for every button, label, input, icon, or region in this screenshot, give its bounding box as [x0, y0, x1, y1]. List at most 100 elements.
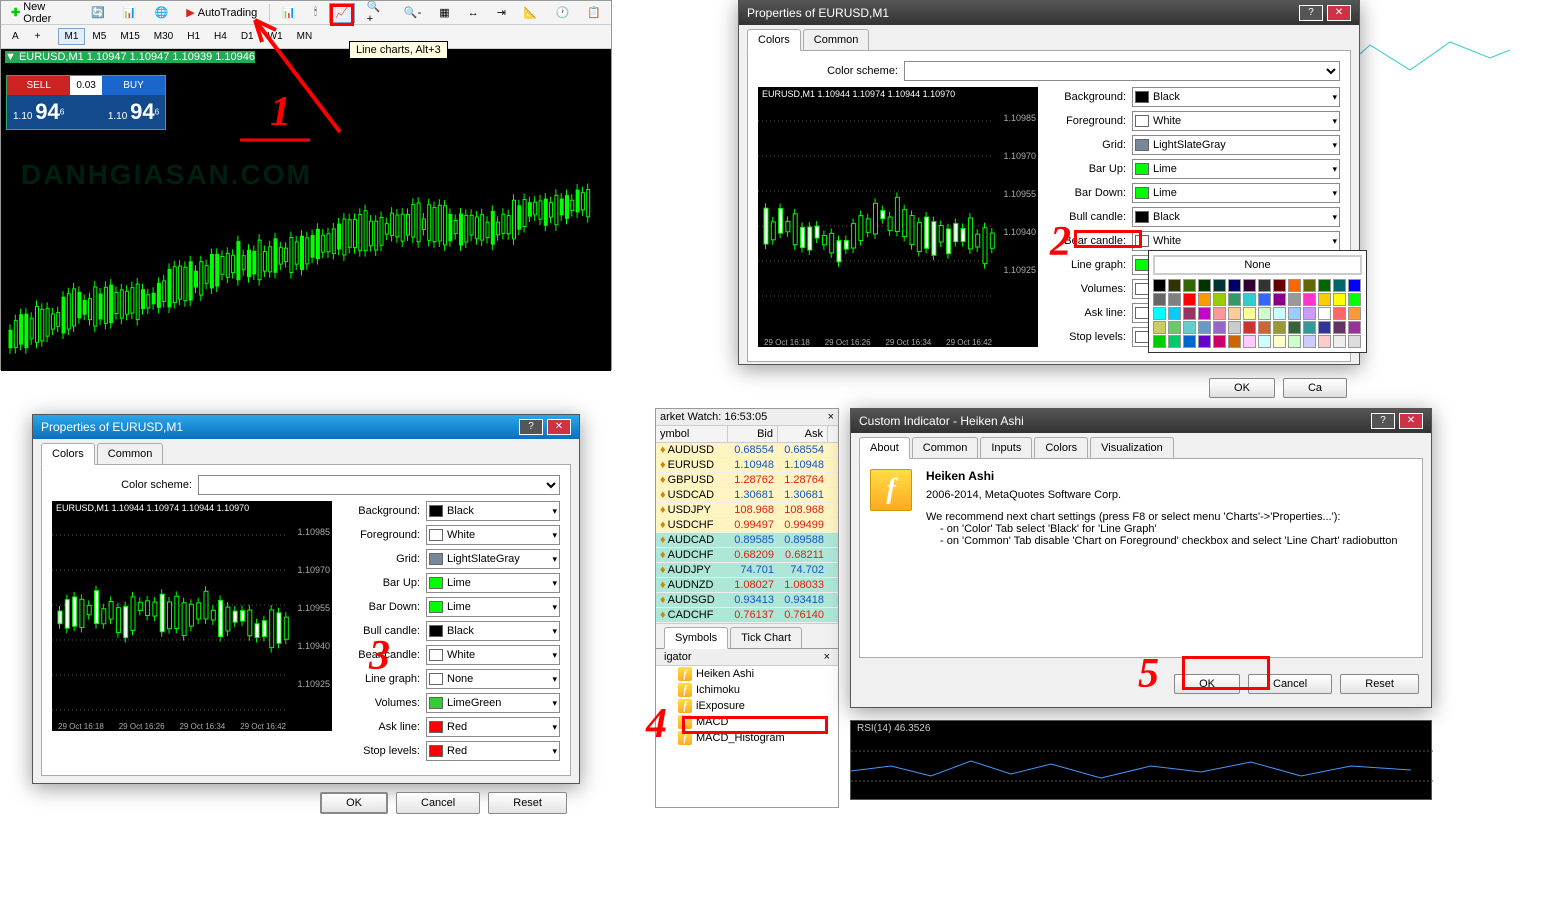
color-select-linegraph[interactable]: None▾	[426, 669, 560, 689]
mw-row-audnzd[interactable]: ♦AUDNZD 1.08027 1.08033	[656, 578, 838, 593]
color-swatch[interactable]	[1348, 307, 1361, 320]
timeframe-d1[interactable]: D1	[234, 28, 261, 45]
color-swatch[interactable]	[1198, 293, 1211, 306]
color-swatch[interactable]	[1168, 293, 1181, 306]
tab-inputs[interactable]: Inputs	[980, 437, 1032, 458]
color-swatch[interactable]	[1153, 307, 1166, 320]
color-swatch[interactable]	[1258, 321, 1271, 334]
color-select-stoplevels[interactable]: Red▾	[426, 741, 560, 761]
mw-row-audusd[interactable]: ♦AUDUSD 0.68554 0.68554	[656, 443, 838, 458]
color-swatch[interactable]	[1183, 321, 1196, 334]
color-swatch[interactable]	[1153, 279, 1166, 292]
color-select-bearcandle[interactable]: White▾	[426, 645, 560, 665]
timeframe-m15[interactable]: M15	[113, 28, 146, 45]
color-swatch[interactable]	[1228, 293, 1241, 306]
timeframe-h1[interactable]: H1	[180, 28, 207, 45]
help-button[interactable]: ?	[1299, 5, 1323, 21]
color-swatch[interactable]	[1153, 335, 1166, 348]
toolbar-expert-icon[interactable]: 📊	[117, 3, 143, 23]
color-swatch[interactable]	[1198, 279, 1211, 292]
timeframe-m5[interactable]: M5	[85, 28, 113, 45]
tab-common[interactable]: Common	[803, 29, 870, 50]
color-select-barup[interactable]: Lime▾	[426, 573, 560, 593]
tab-colors[interactable]: Colors	[1034, 437, 1088, 458]
help-button[interactable]: ?	[519, 419, 543, 435]
color-swatch[interactable]	[1243, 279, 1256, 292]
mw-row-usdchf[interactable]: ♦USDCHF 0.99497 0.99499	[656, 518, 838, 533]
color-swatch[interactable]	[1243, 307, 1256, 320]
color-swatch[interactable]	[1333, 307, 1346, 320]
toolbar-globe-icon[interactable]: 🌐	[149, 3, 175, 23]
color-select-bullcandle[interactable]: Black▾	[426, 621, 560, 641]
color-swatch[interactable]	[1333, 279, 1346, 292]
cancel-button[interactable]: Cancel	[396, 792, 480, 814]
tab-common[interactable]: Common	[97, 443, 164, 464]
nav-item-iexposure[interactable]: fiExposure	[656, 698, 838, 714]
cancel-button[interactable]: Ca	[1283, 378, 1347, 398]
tab-colors[interactable]: Colors	[747, 29, 801, 51]
color-swatch[interactable]	[1273, 321, 1286, 334]
mw-row-audsgd[interactable]: ♦AUDSGD 0.93413 0.93418	[656, 593, 838, 608]
color-swatch[interactable]	[1228, 335, 1241, 348]
mw-row-gbpusd[interactable]: ♦GBPUSD 1.28762 1.28764	[656, 473, 838, 488]
nav-item-ichimoku[interactable]: fIchimoku	[656, 682, 838, 698]
color-swatch[interactable]	[1333, 335, 1346, 348]
color-swatch[interactable]	[1273, 293, 1286, 306]
col-symbol[interactable]: ymbol	[656, 426, 728, 442]
color-swatch[interactable]	[1288, 321, 1301, 334]
arrange-icon[interactable]: ▦	[433, 3, 455, 23]
color-swatch[interactable]	[1168, 279, 1181, 292]
autotrading-button[interactable]: ▶AutoTrading	[180, 3, 263, 23]
toolbar-refresh-icon[interactable]: 🔄	[85, 3, 111, 23]
tab-colors[interactable]: Colors	[41, 443, 95, 465]
color-swatch[interactable]	[1228, 321, 1241, 334]
new-order-button[interactable]: ✚New Order	[5, 3, 79, 23]
autoscroll-icon[interactable]: ⇥	[491, 3, 512, 23]
help-button[interactable]: ?	[1371, 413, 1395, 429]
color-swatch[interactable]	[1153, 293, 1166, 306]
mw-row-cadchf[interactable]: ♦CADCHF 0.76137 0.76140	[656, 608, 838, 623]
indicator-icon[interactable]: 📐	[518, 3, 544, 23]
color-swatch[interactable]	[1183, 335, 1196, 348]
color-swatch[interactable]	[1213, 321, 1226, 334]
mw-row-audcad[interactable]: ♦AUDCAD 0.89585 0.89588	[656, 533, 838, 548]
color-select-bullcandle[interactable]: Black▾	[1132, 207, 1340, 227]
nav-item-heikenashi[interactable]: fHeiken Ashi	[656, 666, 838, 682]
color-swatch[interactable]	[1168, 335, 1181, 348]
timeframe-h4[interactable]: H4	[207, 28, 234, 45]
color-swatch[interactable]	[1348, 279, 1361, 292]
timeframe-mn[interactable]: MN	[290, 28, 320, 45]
color-swatch[interactable]	[1213, 307, 1226, 320]
color-swatch[interactable]	[1258, 335, 1271, 348]
shift-icon[interactable]: ↔	[462, 3, 485, 23]
cursor-icon[interactable]: A	[5, 28, 26, 45]
color-swatch[interactable]	[1318, 335, 1331, 348]
color-select-background[interactable]: Black▾	[426, 501, 560, 521]
tab-about[interactable]: About	[859, 437, 910, 459]
mw-row-usdjpy[interactable]: ♦USDJPY 108.968 108.968	[656, 503, 838, 518]
color-swatch[interactable]	[1288, 335, 1301, 348]
color-swatch[interactable]	[1303, 335, 1316, 348]
color-swatch[interactable]	[1153, 321, 1166, 334]
ok-button[interactable]: OK	[320, 792, 388, 814]
color-swatch[interactable]	[1258, 279, 1271, 292]
timeframe-m1[interactable]: M1	[58, 28, 86, 45]
color-swatch[interactable]	[1198, 335, 1211, 348]
close-button[interactable]: ✕	[1399, 413, 1423, 429]
mw-row-eurusd[interactable]: ♦EURUSD 1.10948 1.10948	[656, 458, 838, 473]
color-swatch[interactable]	[1183, 307, 1196, 320]
bar-chart-icon[interactable]: 📊	[276, 3, 302, 23]
color-swatch[interactable]	[1273, 307, 1286, 320]
color-swatch[interactable]	[1318, 279, 1331, 292]
color-swatch[interactable]	[1318, 293, 1331, 306]
color-select-foreground[interactable]: White▾	[1132, 111, 1340, 131]
period-icon[interactable]: 🕐	[550, 3, 576, 23]
color-select-bardown[interactable]: Lime▾	[1132, 183, 1340, 203]
mw-row-audjpy[interactable]: ♦AUDJPY 74.701 74.702	[656, 563, 838, 578]
color-swatch[interactable]	[1198, 321, 1211, 334]
color-swatch[interactable]	[1228, 279, 1241, 292]
color-select-barup[interactable]: Lime▾	[1132, 159, 1340, 179]
color-swatch[interactable]	[1183, 293, 1196, 306]
color-swatch[interactable]	[1348, 321, 1361, 334]
color-swatch[interactable]	[1243, 335, 1256, 348]
